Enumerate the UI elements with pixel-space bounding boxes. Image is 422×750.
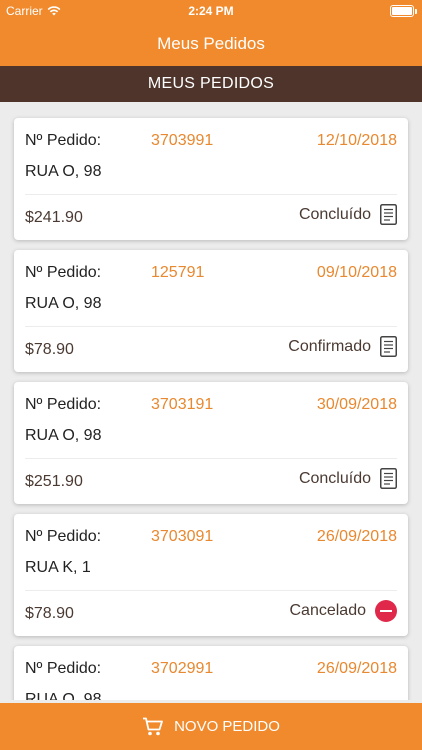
new-order-button[interactable]: NOVO PEDIDO	[0, 703, 422, 750]
order-date: 26/09/2018	[316, 660, 397, 677]
order-number-label: Nº Pedido:	[25, 660, 102, 677]
card-divider	[25, 326, 397, 327]
order-card[interactable]: Nº Pedido: 3703991 12/10/2018 RUA O, 98 …	[14, 118, 408, 240]
order-number-label: Nº Pedido:	[25, 396, 102, 413]
nav-title: Meus Pedidos	[157, 34, 265, 53]
order-date: 12/10/2018	[316, 132, 397, 149]
order-date: 30/09/2018	[316, 396, 397, 413]
order-address: RUA O, 98	[25, 427, 102, 444]
order-card[interactable]: Nº Pedido: 125791 09/10/2018 RUA O, 98 $…	[14, 250, 408, 372]
order-address: RUA O, 98	[25, 163, 102, 180]
status-bar: Carrier 2:24 PM	[0, 0, 422, 22]
order-number: 3703191	[151, 396, 214, 413]
cancel-icon[interactable]	[375, 600, 397, 622]
order-total: $251.90	[25, 473, 83, 490]
order-status: Cancelado	[289, 600, 397, 622]
order-total: $78.90	[25, 605, 74, 622]
cart-icon	[143, 717, 163, 735]
orders-list[interactable]: Nº Pedido: 3703991 12/10/2018 RUA O, 98 …	[0, 102, 422, 700]
battery-icon	[390, 5, 417, 17]
order-card[interactable]: Nº Pedido: 3703191 30/09/2018 RUA O, 98 …	[14, 382, 408, 504]
order-number: 3702991	[151, 660, 214, 677]
order-number-label: Nº Pedido:	[25, 528, 102, 545]
section-title: MEUS PEDIDOS	[147, 75, 275, 92]
order-date: 26/09/2018	[316, 528, 397, 545]
order-status-text: Confirmado	[288, 337, 371, 355]
document-icon[interactable]	[380, 336, 397, 357]
order-number-label: Nº Pedido:	[25, 264, 102, 281]
order-number: 3703091	[151, 528, 214, 545]
order-total: $78.90	[25, 341, 74, 358]
card-divider	[25, 590, 397, 591]
order-address: RUA O, 98	[25, 691, 102, 700]
card-divider	[25, 458, 397, 459]
order-address: RUA O, 98	[25, 295, 102, 312]
document-icon[interactable]	[380, 204, 397, 225]
order-total: $241.90	[25, 209, 83, 226]
order-card[interactable]: Nº Pedido: 3702991 26/09/2018 RUA O, 98	[14, 646, 408, 700]
clock: 2:24 PM	[188, 4, 234, 18]
order-status-text: Concluído	[298, 205, 371, 223]
order-number: 3703991	[151, 132, 214, 149]
order-number: 125791	[151, 264, 205, 281]
nav-bar: Meus Pedidos	[0, 22, 422, 66]
order-status-text: Cancelado	[289, 602, 367, 619]
new-order-label: NOVO PEDIDO	[174, 718, 280, 735]
order-address: RUA K, 1	[25, 559, 91, 576]
order-number-label: Nº Pedido:	[25, 132, 102, 149]
order-date: 09/10/2018	[316, 264, 397, 281]
section-header: MEUS PEDIDOS	[0, 66, 422, 102]
document-icon[interactable]	[380, 468, 397, 489]
order-status: Concluído	[299, 204, 397, 225]
order-status-text: Concluído	[298, 469, 371, 487]
order-status: Confirmado	[288, 336, 397, 357]
order-status: Concluído	[299, 468, 397, 489]
card-divider	[25, 194, 397, 195]
order-card[interactable]: Nº Pedido: 3703091 26/09/2018 RUA K, 1 $…	[14, 514, 408, 636]
